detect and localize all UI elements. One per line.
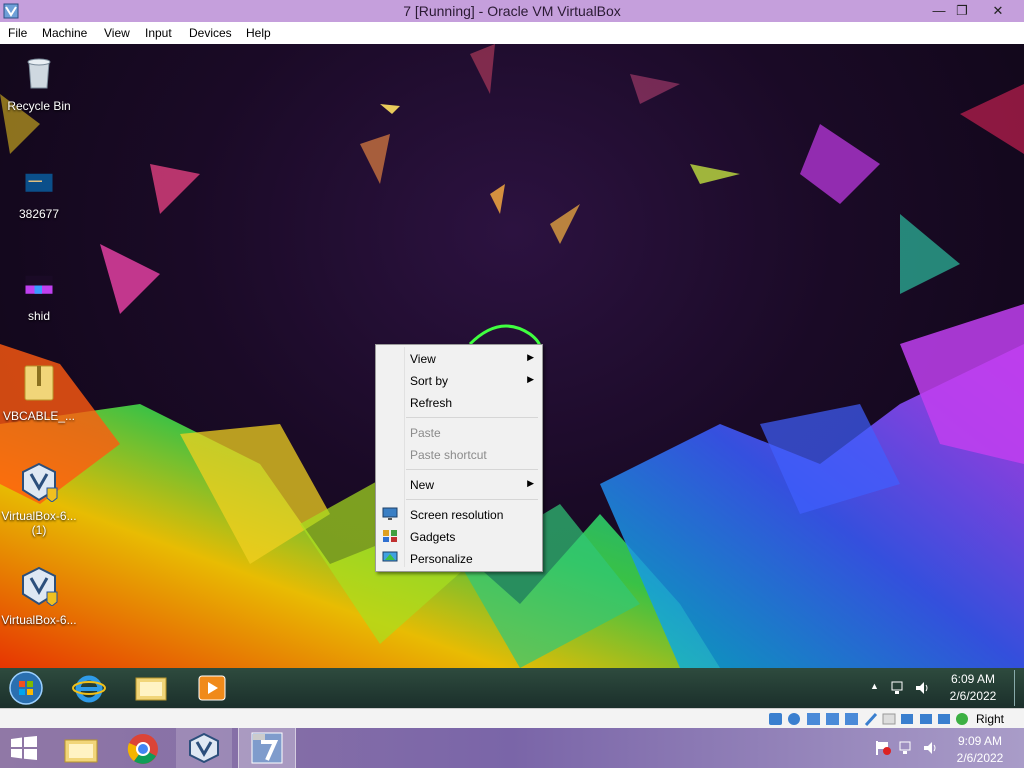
close-button[interactable]: ✕	[980, 0, 1016, 22]
image-file-icon	[25, 275, 53, 294]
context-item-paste-shortcut: Paste shortcut	[376, 443, 542, 465]
menu-file[interactable]: File	[8, 26, 27, 40]
menu-devices[interactable]: Devices	[189, 26, 232, 40]
desktop-icon-label: VBCABLE_...	[2, 409, 76, 423]
context-item-paste: Paste	[376, 421, 542, 443]
context-item-label: Screen resolution	[410, 508, 504, 522]
menu-view[interactable]: View	[104, 26, 130, 40]
action-center-flag-icon[interactable]	[874, 740, 892, 756]
submenu-arrow-icon: ▶	[527, 374, 534, 384]
guest-taskbar: ▲ 6:09 AM 2/6/2022	[0, 668, 1024, 708]
desktop-icon-label: 382677	[18, 207, 60, 221]
virtualbox-manager-task[interactable]	[176, 728, 232, 768]
desktop-icon-label: Recycle Bin	[7, 99, 71, 113]
desktop-icon-label: VirtualBox-6...	[1, 613, 77, 627]
context-item-label: View	[410, 352, 436, 366]
window-title: 7 [Running] - Oracle VM VirtualBox	[403, 3, 621, 19]
guest-clock-date: 2/6/2022	[949, 689, 997, 703]
windows-start-icon[interactable]	[10, 736, 38, 760]
desktop-icon-virtualbox-installer-1[interactable]: VirtualBox-6... (1)	[1, 462, 77, 537]
context-item-label: Paste shortcut	[410, 448, 487, 462]
context-item-label: Refresh	[410, 396, 453, 410]
context-item-label: New	[410, 478, 435, 492]
desktop-icon-vbcable[interactable]: VBCABLE_...	[1, 362, 77, 423]
host-file-explorer-icon[interactable]	[63, 734, 99, 764]
context-item-gadgets[interactable]: Gadgets	[376, 525, 542, 547]
vm-status-icons[interactable]	[768, 711, 972, 727]
vm-status-bar: Right Ctrl	[0, 708, 1024, 740]
image-file-icon	[25, 173, 53, 192]
desktop-context-menu: View ▶ Sort by ▶ Refresh Paste Paste sho…	[375, 344, 543, 572]
menu-separator	[406, 499, 538, 500]
show-desktop-button[interactable]	[1014, 670, 1023, 706]
media-player-icon[interactable]	[197, 674, 227, 702]
close-icon: ✕	[992, 3, 1004, 18]
desktop-icon-label: VirtualBox-6...	[1, 509, 77, 523]
recycle-bin-icon	[27, 58, 51, 89]
context-item-sort-by[interactable]: Sort by ▶	[376, 369, 542, 391]
personalize-icon	[382, 551, 398, 562]
guest-clock-time: 6:09 AM	[950, 672, 996, 686]
host-clock[interactable]: 9:09 AM 2/6/2022	[946, 734, 1014, 765]
host-clock-date: 2/6/2022	[956, 751, 1004, 765]
desktop-icon-label-line2: (1)	[31, 523, 47, 537]
context-item-refresh[interactable]: Refresh	[376, 391, 542, 413]
menu-input[interactable]: Input	[145, 26, 172, 40]
submenu-arrow-icon: ▶	[527, 352, 534, 362]
context-item-screen-resolution[interactable]: Screen resolution	[376, 503, 542, 525]
menu-separator	[406, 417, 538, 418]
desktop-icon-label: shid	[27, 309, 50, 323]
desktop-icon-shid[interactable]: shid	[1, 272, 77, 323]
submenu-arrow-icon: ▶	[527, 478, 534, 488]
context-item-new[interactable]: New ▶	[376, 473, 542, 495]
menu-bar: File Machine View Input Devices Help	[0, 22, 1024, 45]
internet-explorer-icon[interactable]	[72, 672, 106, 704]
window-titlebar[interactable]: 7 [Running] - Oracle VM VirtualBox — ❐ ✕	[0, 0, 1024, 22]
virtualbox-manager-icon	[189, 733, 219, 763]
monitor-icon	[382, 507, 398, 520]
virtualbox-installer-icon	[22, 566, 58, 607]
host-taskbar: 9:09 AM 2/6/2022	[0, 728, 1024, 768]
context-item-label: Sort by	[410, 374, 449, 388]
context-item-label: Paste	[410, 426, 441, 440]
context-item-label: Personalize	[410, 552, 473, 566]
show-hidden-icons[interactable]: ▲	[870, 681, 879, 691]
chrome-icon[interactable]	[127, 733, 159, 765]
guest-clock[interactable]: 6:09 AM 2/6/2022	[938, 672, 1008, 703]
menu-help[interactable]: Help	[246, 26, 271, 40]
virtualbox-installer-icon	[22, 462, 58, 503]
context-item-personalize[interactable]: Personalize	[376, 547, 542, 569]
minimize-icon: —	[932, 3, 946, 18]
restore-button[interactable]: ❐	[946, 0, 978, 22]
host-network-icon[interactable]	[898, 740, 914, 756]
desktop-icon-virtualbox-installer-2[interactable]: VirtualBox-6...	[1, 566, 77, 627]
desktop-icon-recycle-bin[interactable]: Recycle Bin	[1, 52, 77, 113]
gadgets-icon	[383, 530, 397, 542]
vm-window-task[interactable]	[238, 728, 296, 768]
host-clock-time: 9:09 AM	[957, 734, 1003, 748]
file-explorer-icon[interactable]	[134, 674, 168, 702]
context-item-view[interactable]: View ▶	[376, 347, 542, 369]
desktop-icon-382677[interactable]: 382677	[1, 170, 77, 221]
volume-icon[interactable]	[914, 680, 930, 696]
restore-icon: ❐	[956, 3, 968, 18]
host-volume-icon[interactable]	[922, 740, 938, 756]
zip-folder-icon	[24, 365, 54, 401]
vm-windows7-icon	[251, 732, 283, 764]
start-orb-icon[interactable]	[8, 670, 44, 706]
menu-separator	[406, 469, 538, 470]
network-icon[interactable]	[890, 680, 906, 696]
context-item-label: Gadgets	[410, 530, 456, 544]
menu-machine[interactable]: Machine	[42, 26, 87, 40]
